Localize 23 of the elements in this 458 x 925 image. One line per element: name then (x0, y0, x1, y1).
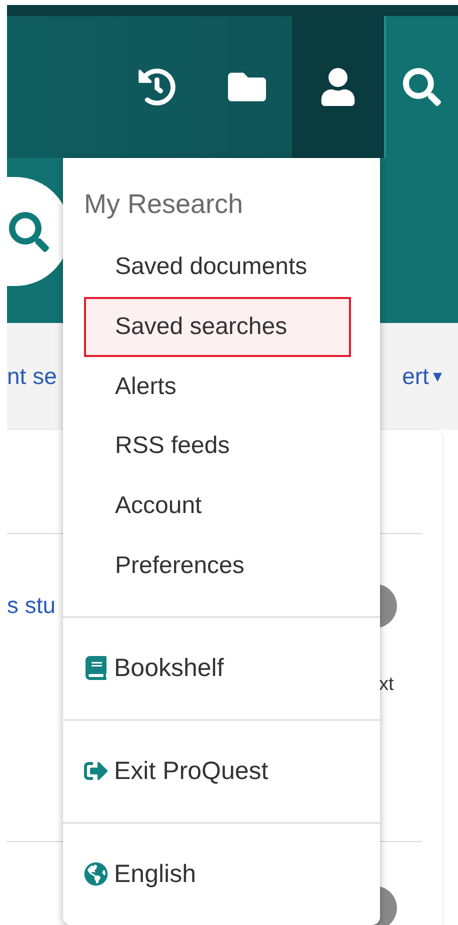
menu-heading: My Research (83, 188, 244, 221)
menu-item[interactable]: Saved searches (84, 296, 351, 357)
history-icon (138, 68, 176, 106)
search-button[interactable] (384, 16, 458, 158)
menu-link[interactable]: Bookshelf (84, 654, 224, 683)
result-title[interactable]: s stu (7, 592, 56, 619)
menu-item[interactable]: Alerts (84, 356, 351, 416)
menu-item[interactable]: Saved documents (84, 237, 351, 297)
link[interactable]: nt se (7, 363, 57, 390)
action-label: xt (379, 674, 394, 696)
menu-item[interactable]: Account (84, 476, 351, 536)
book-icon (84, 656, 108, 680)
user-button[interactable] (292, 16, 384, 158)
menu-link[interactable]: English (84, 860, 196, 889)
search-icon (9, 212, 49, 252)
menu-item[interactable]: Preferences (84, 536, 351, 596)
user-icon (319, 68, 357, 106)
menu-link[interactable]: Exit ProQuest (84, 756, 268, 786)
link[interactable]: ert (402, 363, 429, 390)
search-icon (403, 68, 441, 106)
menu-item[interactable]: RSS feeds (84, 416, 351, 476)
caret-icon: ▾ (432, 366, 442, 387)
globe-icon (84, 862, 108, 886)
